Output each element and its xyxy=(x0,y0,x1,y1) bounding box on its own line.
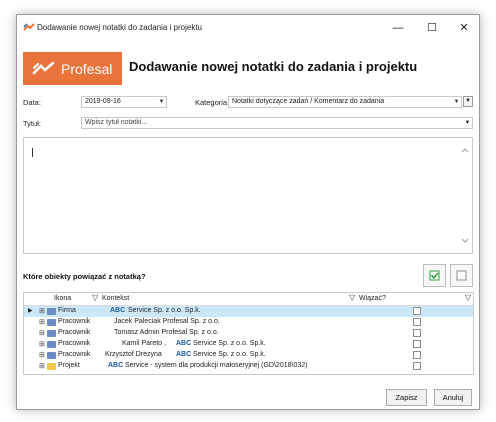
table-row[interactable]: ⊞ Pracownik Krzysztof Drezyna ABC Servic… xyxy=(24,350,473,361)
page-title: Dodawanie nowej notatki do zadania i pro… xyxy=(129,59,418,74)
category-dropdown-button[interactable]: ▼ xyxy=(463,96,473,107)
cancel-button[interactable]: Anuluj xyxy=(434,389,472,406)
window-title: Dodawanie nowej notatki do zadania i pro… xyxy=(37,23,202,32)
title-input[interactable]: Wpisz tytuł notatki... ▼ xyxy=(81,117,473,129)
abc-badge: ABC xyxy=(176,351,192,358)
profesal-logo: Profesal xyxy=(23,52,122,85)
row-type: Projekt xyxy=(58,362,80,369)
category-value: Notatki dotyczące zadań / Komentarz do z… xyxy=(232,98,385,105)
title-bar[interactable]: Dodawanie nowej notatki do zadania i pro… xyxy=(17,15,479,41)
row-context-company: Service Sp. z o.o. Sp.k. xyxy=(193,340,266,347)
table-row[interactable]: ⊞ Pracownik Jacek Paleciak Profesal Sp. … xyxy=(24,317,473,328)
chevron-down-icon[interactable]: ▼ xyxy=(157,97,166,107)
link-checkbox[interactable] xyxy=(413,351,421,359)
filter-icon[interactable]: ▽ xyxy=(349,293,355,302)
employee-icon xyxy=(47,319,56,326)
link-checkbox[interactable] xyxy=(413,362,421,370)
date-value: 2019-09-16 xyxy=(85,98,121,105)
title-placeholder: Wpisz tytuł notatki... xyxy=(85,119,148,126)
project-folder-icon xyxy=(47,363,56,370)
link-objects-question: Które obiekty powiązać z notatką? xyxy=(23,272,146,281)
expand-icon[interactable]: ⊞ xyxy=(39,329,45,337)
date-label: Data: xyxy=(23,98,41,107)
filter-icon[interactable]: ▽ xyxy=(465,293,471,302)
logo-text: Profesal xyxy=(61,61,113,77)
company-icon xyxy=(47,308,56,315)
empty-checkbox-icon xyxy=(456,270,467,281)
expand-icon[interactable]: ⊞ xyxy=(39,351,45,359)
table-row[interactable]: ⊞ Pracownik Kamil Pareto , ABC Service S… xyxy=(24,339,473,350)
uncheck-all-button[interactable] xyxy=(450,264,473,287)
save-button[interactable]: Zapisz xyxy=(386,389,427,406)
title-label: Tytuł: xyxy=(23,119,41,128)
row-context: Service Sp. z o.o. Sp.k. xyxy=(128,307,201,314)
check-all-button[interactable] xyxy=(423,264,446,287)
link-checkbox[interactable] xyxy=(413,329,421,337)
maximize-button[interactable]: ☐ xyxy=(415,15,449,41)
category-label: Kategoria: xyxy=(195,98,230,107)
note-scrollbar[interactable] xyxy=(458,138,472,253)
dialog-window: Dodawanie nowej notatki do zadania i pro… xyxy=(16,14,480,410)
row-context: Jacek Paleciak Profesal Sp. z o.o. xyxy=(114,318,220,325)
text-caret xyxy=(32,148,33,157)
expand-icon[interactable]: ⊞ xyxy=(39,307,45,315)
chevron-down-icon[interactable]: ▼ xyxy=(463,118,472,128)
row-context: Tomasz Admin Profesal Sp. z o.o. xyxy=(114,329,219,336)
green-check-icon xyxy=(429,270,440,281)
column-context[interactable]: Kontekst xyxy=(102,295,129,302)
row-type: Pracownik xyxy=(58,329,91,336)
filter-icon[interactable]: ▽ xyxy=(92,293,98,302)
chevron-down-icon[interactable]: ▼ xyxy=(452,97,461,107)
abc-badge: ABC xyxy=(110,307,126,314)
expand-icon[interactable]: ⊞ xyxy=(39,340,45,348)
table-row[interactable]: ⊞ Projekt ABC Service - system dla produ… xyxy=(24,361,473,372)
row-type: Firma xyxy=(58,307,76,314)
note-textarea[interactable] xyxy=(23,137,473,254)
profesal-mark-icon xyxy=(32,62,55,75)
row-type: Pracownik xyxy=(58,340,91,347)
close-button[interactable]: ✕ xyxy=(447,15,479,41)
employee-icon xyxy=(47,352,56,359)
column-icon[interactable]: Ikona xyxy=(54,295,71,302)
row-context: Kamil Pareto , xyxy=(122,340,166,347)
column-link[interactable]: Wiązać? xyxy=(359,295,386,302)
employee-icon xyxy=(47,341,56,348)
link-checkbox[interactable] xyxy=(413,307,421,315)
date-field[interactable]: 2019-09-16 ▼ xyxy=(81,96,167,108)
grid-header: Ikona ▽ Kontekst ▽ Wiązać? ▽ xyxy=(24,293,473,306)
table-row[interactable]: ▶ ⊞ Firma ABC Service Sp. z o.o. Sp.k. xyxy=(24,306,473,317)
scroll-up-icon[interactable] xyxy=(458,146,472,154)
abc-badge: ABC xyxy=(108,362,124,369)
link-checkbox[interactable] xyxy=(413,318,421,326)
row-context: Service - system dla produkcji małoseryj… xyxy=(125,362,308,369)
link-objects-grid[interactable]: Ikona ▽ Kontekst ▽ Wiązać? ▽ ▶ ⊞ Firma A… xyxy=(23,292,474,375)
row-type: Pracownik xyxy=(58,351,91,358)
link-checkbox[interactable] xyxy=(413,340,421,348)
expand-icon[interactable]: ⊞ xyxy=(39,318,45,326)
app-logo-icon xyxy=(23,23,35,31)
abc-badge: ABC xyxy=(176,340,192,347)
row-type: Pracownik xyxy=(58,318,91,325)
minimize-button[interactable]: — xyxy=(381,15,415,41)
row-context: Krzysztof Drezyna xyxy=(105,351,162,358)
table-row[interactable]: ⊞ Pracownik Tomasz Admin Profesal Sp. z … xyxy=(24,328,473,339)
category-select[interactable]: Notatki dotyczące zadań / Komentarz do z… xyxy=(228,96,462,108)
employee-icon xyxy=(47,330,56,337)
row-indicator-icon: ▶ xyxy=(28,308,33,314)
row-context-company: Service Sp. z o.o. Sp.k. xyxy=(193,351,266,358)
scroll-down-icon[interactable] xyxy=(458,237,472,245)
expand-icon[interactable]: ⊞ xyxy=(39,362,45,370)
